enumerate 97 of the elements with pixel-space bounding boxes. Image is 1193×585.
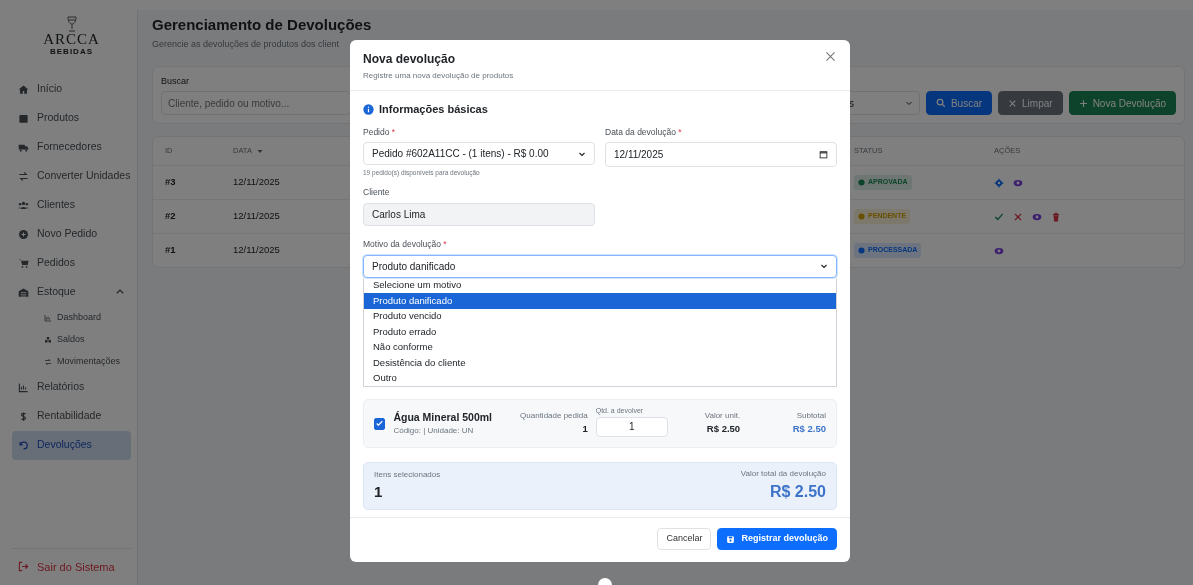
chart-icon <box>44 313 52 322</box>
plus-icon <box>1078 98 1088 108</box>
field-label: Data da devolução * <box>605 125 683 139</box>
plus-circle-icon <box>18 228 29 240</box>
summary-count: 1 <box>374 481 384 502</box>
modal-button[interactable]: Cancelar <box>657 528 712 550</box>
table-cell: 12/11/2025 <box>233 175 280 190</box>
filter-button[interactable]: Limpar <box>998 91 1063 115</box>
logo-tagline: BEBIDAS <box>50 48 93 57</box>
modal-subtitle: Registre uma nova devolução de produtos <box>363 70 514 82</box>
sidebar-item[interactable]: Pedidos <box>12 248 131 278</box>
eye-icon[interactable] <box>1013 177 1023 188</box>
field-value: 1 <box>581 422 588 437</box>
table-cell: 12/11/2025 <box>233 209 280 224</box>
table-cell: #2 <box>165 209 176 224</box>
boxes-icon <box>44 335 52 344</box>
table-cell: #3 <box>165 175 176 190</box>
modal-title: Nova devolução <box>363 51 457 68</box>
eye-icon[interactable] <box>994 245 1004 256</box>
quantity-field[interactable]: 1 <box>595 416 668 437</box>
sidebar-item[interactable]: Estoque <box>12 277 131 307</box>
table-cell: #1 <box>165 243 176 258</box>
sidebar-item[interactable]: Produtos <box>12 103 131 133</box>
eye-icon[interactable] <box>1032 211 1042 222</box>
info-icon <box>363 103 374 115</box>
logo-text: ARCCA <box>43 32 100 47</box>
logout-icon <box>18 561 29 573</box>
field-label: Motivo da devolução * <box>363 237 448 251</box>
field-label: Cliente <box>363 186 391 199</box>
dropdown-option[interactable]: Produto danificado <box>364 293 836 309</box>
house-icon <box>18 83 29 95</box>
summary-label: Valor total da devolução <box>740 468 826 480</box>
sidebar-subitem[interactable]: Saldos <box>12 328 131 351</box>
table-cell: 12/11/2025 <box>233 243 280 258</box>
sidebar-item[interactable]: Novo Pedido <box>12 219 131 249</box>
page-subtitle: Gerencie as devoluções de produtos dos client <box>152 38 341 51</box>
sidebar-item[interactable]: Devoluções <box>12 430 131 460</box>
modal-button[interactable]: Registrar devolução <box>717 528 837 550</box>
search-field[interactable]: Cliente, pedido ou motivo... <box>161 91 351 115</box>
section-title: Informações básicas <box>379 102 488 117</box>
dropdown-option[interactable]: Produto vencido <box>364 308 836 324</box>
date-field[interactable]: 12/11/2025 <box>605 142 837 168</box>
summary-label: Itens selecionados <box>374 468 441 481</box>
field-label: Quantidade pedida <box>519 410 588 423</box>
dropdown-option[interactable]: Não conforme <box>364 339 836 355</box>
sidebar-subitem[interactable]: Dashboard <box>12 306 131 329</box>
order-select[interactable]: Pedido #602A11CC - (1 itens) - R$ 0.00 <box>363 142 595 166</box>
status-dot-icon <box>858 247 865 254</box>
people-icon <box>18 199 29 211</box>
status-dot-icon <box>858 213 865 220</box>
chart-icon <box>18 381 29 393</box>
sidebar-item[interactable]: Relatórios <box>12 372 131 402</box>
field-label: Valor unit. <box>703 410 741 423</box>
logout-link[interactable]: Sair do Sistema <box>12 547 131 585</box>
caret-icon <box>820 262 828 270</box>
close-icon <box>1008 98 1018 108</box>
summary-total: R$ 2.50 <box>768 482 826 502</box>
sidebar-item[interactable]: Rentabilidade <box>12 401 131 431</box>
dropdown-option[interactable]: Selecione um motivo <box>364 277 836 293</box>
product-meta: Código: | Unidade: UN <box>393 425 475 438</box>
field-value: R$ 2.50 <box>791 422 826 437</box>
dropdown-option[interactable]: Desistência do cliente <box>364 355 836 371</box>
undo-icon <box>18 439 29 451</box>
sidebar-item[interactable]: Início <box>12 74 131 104</box>
cart-icon <box>18 257 29 269</box>
filter-button[interactable]: Buscar <box>925 91 993 115</box>
check-icon <box>375 419 385 428</box>
trash-icon[interactable] <box>1051 211 1061 222</box>
page-title: Gerenciamento de Devoluções <box>152 16 373 34</box>
field-label: Buscar <box>161 74 190 88</box>
product-name: Água Mineral 500ml <box>393 409 494 425</box>
field-label: Pedido * <box>363 125 397 139</box>
arrows-icon <box>44 357 52 366</box>
sidebar-item[interactable]: Converter Unidades <box>12 161 131 191</box>
status-dot-icon <box>858 179 865 186</box>
reason-select[interactable]: Produto danificado <box>363 254 837 278</box>
close-icon[interactable] <box>1013 211 1023 222</box>
sidebar-subitem[interactable]: Movimentações <box>12 350 131 373</box>
dropdown-option[interactable]: Produto errado <box>364 324 836 340</box>
field-label: Subtotal <box>795 410 826 423</box>
save-icon <box>726 534 736 544</box>
calendar-icon <box>819 150 828 160</box>
warehouse-icon <box>18 286 29 298</box>
filter-button[interactable]: Nova Devolução <box>1068 91 1176 115</box>
checkbox[interactable] <box>374 417 386 430</box>
sidebar-item[interactable]: Fornecedores <box>12 132 131 162</box>
sidebar-item[interactable]: Clientes <box>12 190 131 220</box>
box-icon <box>18 112 29 124</box>
client-field[interactable]: Carlos Lima <box>363 202 595 226</box>
dollar-icon <box>18 410 29 422</box>
close-icon <box>824 50 837 63</box>
arrows-icon <box>18 170 29 182</box>
search-icon <box>935 98 946 108</box>
caret-icon <box>904 99 913 107</box>
dropdown-option[interactable]: Outro <box>364 370 836 386</box>
field-value: R$ 2.50 <box>705 422 741 437</box>
check-icon[interactable] <box>994 211 1004 222</box>
